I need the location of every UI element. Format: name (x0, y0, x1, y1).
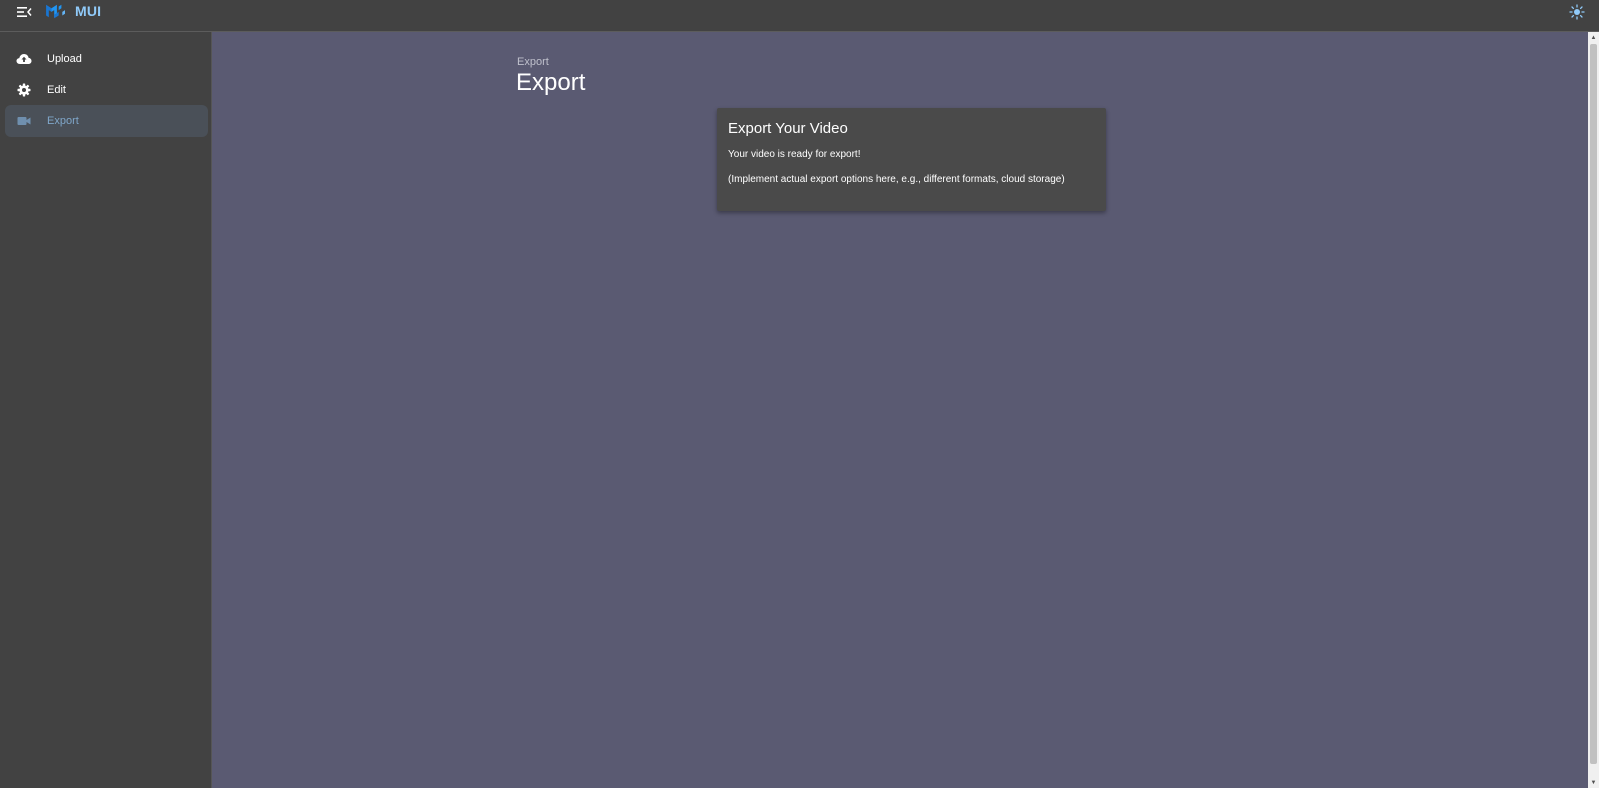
sidebar-item-label: Export (47, 115, 79, 127)
theme-toggle-button[interactable] (1567, 2, 1587, 22)
breadcrumb: Export (517, 56, 549, 68)
scroll-thumb[interactable] (1590, 44, 1597, 764)
gear-icon (16, 82, 32, 98)
mui-logo-icon (46, 4, 65, 19)
menu-open-icon (17, 7, 32, 17)
sidebar-item-export[interactable]: Export (5, 105, 208, 137)
menu-toggle-button[interactable] (14, 3, 34, 21)
sidebar-item-label: Edit (47, 84, 66, 96)
card-title: Export Your Video (728, 120, 848, 137)
vertical-scrollbar[interactable]: ▲ ▼ (1588, 32, 1599, 788)
app-bar: MUI (0, 0, 1599, 32)
app-root: MUI Upload Edit Export Export Export Exp… (0, 0, 1599, 788)
card-note: (Implement actual export options here, e… (728, 174, 1065, 185)
sidebar-item-label: Upload (47, 53, 82, 65)
brand-name: MUI (75, 3, 102, 19)
card-message: Your video is ready for export! (728, 149, 861, 160)
cloud-upload-icon (16, 51, 32, 67)
sidebar-item-edit[interactable]: Edit (5, 74, 208, 106)
sidebar-item-upload[interactable]: Upload (5, 43, 208, 75)
main-content: Export Export Export Your Video Your vid… (212, 32, 1588, 788)
scroll-up-arrow-icon[interactable]: ▲ (1588, 32, 1599, 43)
export-card: Export Your Video Your video is ready fo… (717, 108, 1106, 211)
video-camera-icon (16, 113, 32, 129)
page-title: Export (516, 69, 586, 96)
scroll-down-arrow-icon[interactable]: ▼ (1588, 777, 1599, 788)
sun-icon (1569, 4, 1585, 20)
sidebar-nav: Upload Edit Export (0, 32, 212, 788)
